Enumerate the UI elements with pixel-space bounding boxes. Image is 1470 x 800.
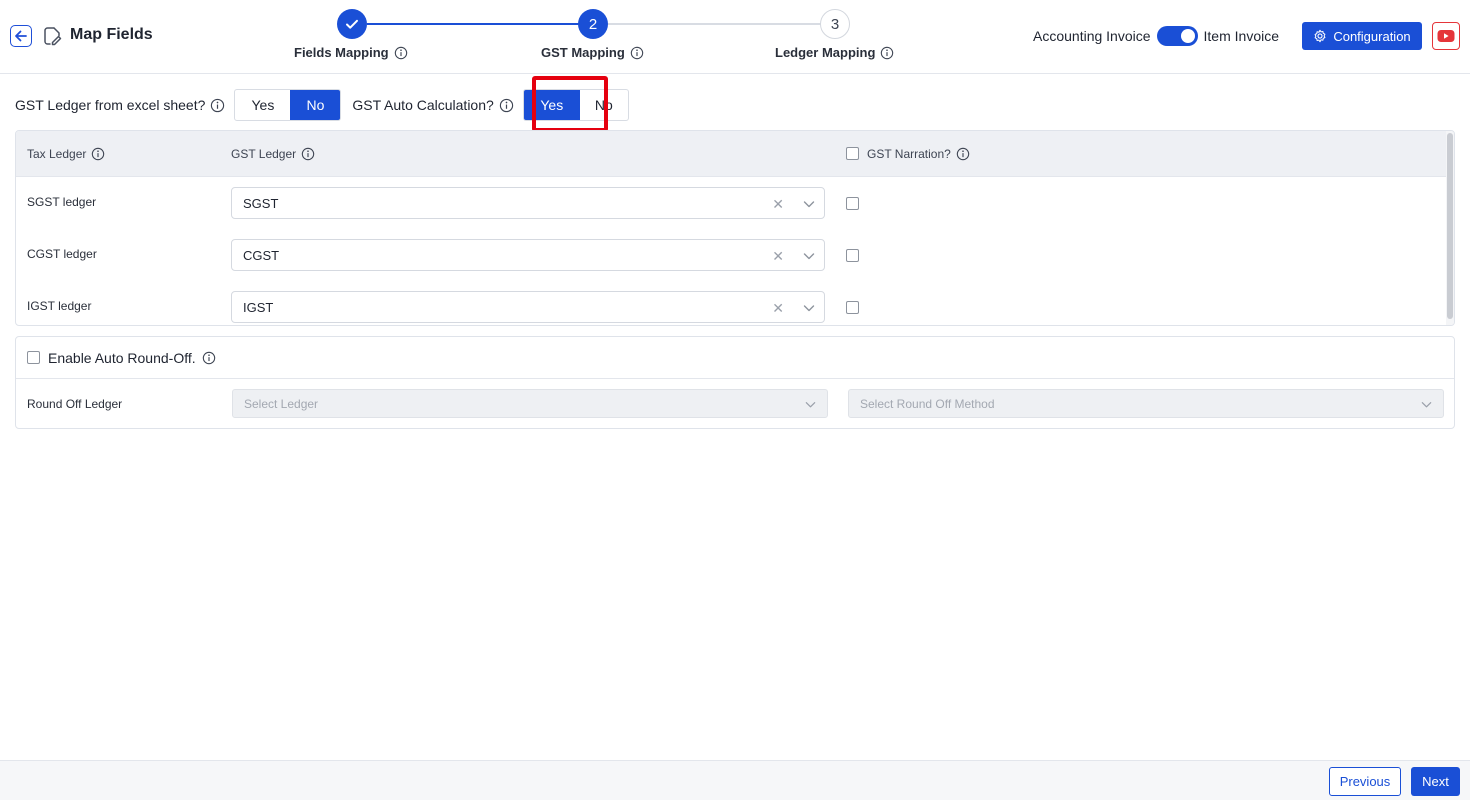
footer: Previous Next — [0, 760, 1470, 800]
info-icon — [499, 98, 513, 112]
gst-ledger-excel-toggle: Yes No — [234, 89, 342, 121]
igst-ledger-value: IGST — [243, 299, 274, 315]
round-off-method-placeholder: Select Round Off Method — [860, 396, 995, 411]
step-3-text: Ledger Mapping — [775, 45, 876, 60]
row-label-igst: IGST ledger — [27, 299, 92, 313]
info-icon — [92, 147, 105, 161]
step-2-text: GST Mapping — [541, 45, 625, 60]
step-1-text: Fields Mapping — [294, 45, 389, 60]
youtube-button[interactable] — [1432, 22, 1460, 50]
sgst-ledger-select[interactable]: SGST ✕ — [231, 187, 825, 219]
toggle-knob — [1180, 29, 1195, 43]
round-off-method-select[interactable]: Select Round Off Method — [848, 389, 1444, 418]
table-scrollbar[interactable] — [1446, 131, 1454, 325]
invoice-type-toggle[interactable] — [1156, 26, 1198, 46]
round-off-header: Enable Auto Round-Off. — [16, 337, 1454, 379]
row-label-sgst: SGST ledger — [27, 195, 97, 209]
stepper-line-pending — [608, 23, 821, 25]
info-icon — [301, 147, 315, 161]
header: Map Fields Fields Mapping 2 GST Mapping … — [0, 0, 1470, 74]
back-arrow-icon — [15, 30, 27, 42]
column-tax-ledger-label: Tax Ledger — [27, 147, 87, 161]
table-scrollbar-thumb[interactable] — [1447, 133, 1453, 319]
column-gst-ledger: GST Ledger — [231, 147, 315, 161]
highlight-box — [532, 76, 608, 132]
step-3-label[interactable]: Ledger Mapping — [775, 45, 894, 60]
chevron-down-icon — [803, 253, 815, 260]
round-off-ledger-label: Round Off Ledger — [27, 397, 123, 411]
round-off-ledger-placeholder: Select Ledger — [244, 396, 319, 411]
clear-icon[interactable]: ✕ — [772, 248, 784, 265]
step-1-label[interactable]: Fields Mapping — [294, 45, 408, 60]
step-1-circle[interactable] — [337, 9, 367, 39]
round-off-title: Enable Auto Round-Off. — [48, 350, 216, 366]
configuration-label: Configuration — [1333, 28, 1411, 44]
gst-ledger-excel-no-button[interactable]: No — [290, 90, 341, 120]
step-3-number: 3 — [830, 15, 840, 33]
gst-auto-calc-label: GST Auto Calculation? — [352, 97, 494, 113]
previous-button[interactable]: Previous — [1329, 767, 1401, 796]
toggle-left-label[interactable]: Accounting Invoice — [1033, 28, 1151, 44]
column-tax-ledger: Tax Ledger — [27, 147, 105, 161]
chevron-down-icon — [805, 402, 816, 408]
check-icon — [346, 19, 358, 29]
info-icon — [881, 46, 894, 59]
igst-ledger-select[interactable]: IGST ✕ — [231, 291, 825, 323]
column-gst-narration-label: GST Narration? — [867, 147, 951, 161]
invoice-type-toggle-group: Accounting Invoice Item Invoice — [1033, 26, 1279, 46]
row-label-cgst: CGST ledger — [27, 247, 97, 261]
enable-round-off-checkbox[interactable] — [27, 351, 40, 364]
step-2-number: 2 — [588, 15, 598, 33]
chevron-down-icon — [803, 201, 815, 208]
youtube-icon — [1437, 30, 1455, 42]
sgst-ledger-value: SGST — [243, 195, 279, 211]
igst-narration-checkbox[interactable] — [846, 301, 859, 314]
toggle-right-label[interactable]: Item Invoice — [1204, 28, 1279, 44]
gst-narration-all-checkbox[interactable] — [846, 147, 859, 160]
cgst-ledger-value: CGST — [243, 247, 280, 263]
info-icon — [394, 46, 407, 59]
edit-document-icon — [40, 24, 64, 48]
configuration-button[interactable]: Configuration — [1302, 22, 1422, 50]
gst-ledger-excel-yes-button[interactable]: Yes — [235, 90, 290, 120]
info-icon — [956, 147, 970, 161]
gear-icon — [1314, 29, 1326, 43]
table-header: Tax Ledger GST Ledger GST Narration? — [16, 131, 1448, 177]
gst-ledger-excel-label: GST Ledger from excel sheet? — [15, 97, 206, 113]
clear-icon[interactable]: ✕ — [772, 196, 784, 213]
column-gst-ledger-label: GST Ledger — [231, 147, 297, 161]
gst-ledger-table: Tax Ledger GST Ledger GST Narration? SGS… — [15, 130, 1455, 326]
info-icon — [202, 351, 215, 365]
page-title: Map Fields — [70, 26, 153, 43]
chevron-down-icon — [1421, 402, 1432, 408]
chevron-down-icon — [803, 305, 815, 312]
round-off-ledger-select[interactable]: Select Ledger — [232, 389, 828, 418]
back-button[interactable] — [10, 25, 32, 47]
round-off-card: Enable Auto Round-Off. Round Off Ledger … — [15, 336, 1455, 429]
cgst-narration-checkbox[interactable] — [846, 249, 859, 262]
round-off-title-text: Enable Auto Round-Off. — [48, 350, 196, 366]
stepper-line-completed — [367, 23, 579, 25]
step-2-label[interactable]: GST Mapping — [541, 45, 644, 60]
step-2-circle[interactable]: 2 — [578, 9, 608, 39]
clear-icon[interactable]: ✕ — [772, 300, 784, 317]
next-button[interactable]: Next — [1411, 767, 1460, 796]
sgst-narration-checkbox[interactable] — [846, 197, 859, 210]
step-3-circle[interactable]: 3 — [820, 9, 850, 39]
cgst-ledger-select[interactable]: CGST ✕ — [231, 239, 825, 271]
column-gst-narration: GST Narration? — [867, 147, 970, 161]
info-icon — [630, 46, 643, 59]
info-icon — [211, 98, 225, 112]
